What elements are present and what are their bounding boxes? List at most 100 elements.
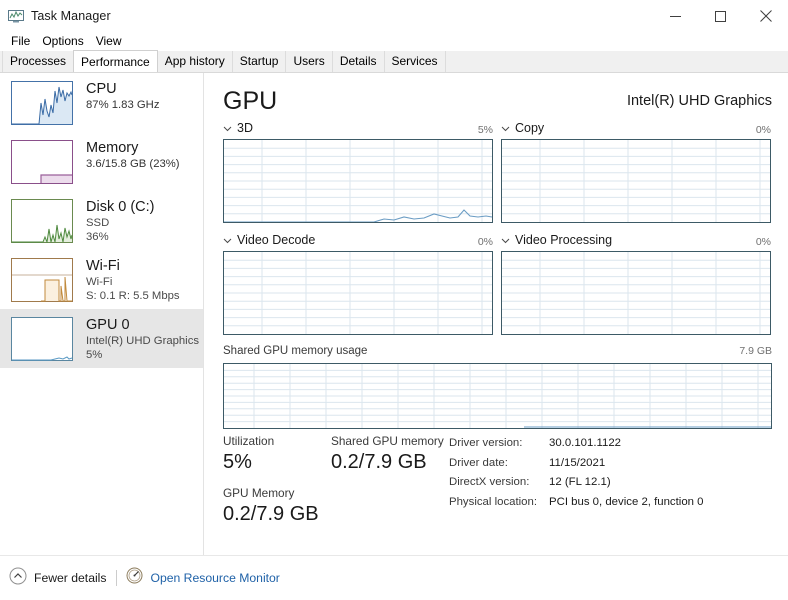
engine-video-processing-label: Video Processing <box>515 233 613 247</box>
engine-graphs: 3D 5% Copy 0% Video Decode 0% Video Proc… <box>223 121 772 429</box>
engine-3d-percent: 5% <box>477 123 493 136</box>
gpu-stats: Utilization 5% Shared GPU memory 0.2/7.9… <box>223 433 783 543</box>
minimize-icon[interactable] <box>653 0 698 32</box>
chevron-down-icon <box>501 236 510 245</box>
page-title: GPU <box>223 87 278 115</box>
driver-version-value: 30.0.101.1122 <box>549 437 621 449</box>
panel-header: GPU Intel(R) UHD Graphics <box>205 73 788 115</box>
cpu-thumbnail-graph <box>11 81 73 125</box>
shared-memory-labels: Shared GPU memory usage 7.9 GB <box>223 345 772 363</box>
wifi-info: Wi-Fi Wi-Fi S: 0.1 R: 5.5 Mbps <box>86 258 180 303</box>
utilization-value: 5% <box>223 451 252 473</box>
stat-shared-gpu-memory: Shared GPU memory 0.2/7.9 GB <box>331 433 444 476</box>
memory-line1: 3.6/15.8 GB (23%) <box>86 158 180 170</box>
device-name: Intel(R) UHD Graphics <box>626 93 772 109</box>
engine-video-processing-graph <box>501 251 771 335</box>
engine-copy-graph <box>501 139 771 223</box>
sidebar-item-wifi[interactable]: Wi-Fi Wi-Fi S: 0.1 R: 5.5 Mbps <box>0 250 203 309</box>
driver-info-table: Driver version: 30.0.101.1122 Driver dat… <box>449 434 704 512</box>
memory-thumbnail-graph <box>11 140 73 184</box>
disk-info: Disk 0 (C:) SSD 36% <box>86 199 154 244</box>
engine-video-decode-percent: 0% <box>477 235 493 248</box>
fewer-details-button[interactable]: Fewer details <box>9 567 106 590</box>
open-resource-monitor-button[interactable]: Open Resource Monitor <box>126 567 280 589</box>
menu-item-options[interactable]: Options <box>36 32 89 51</box>
shared-gpu-memory-value: 0.2/7.9 GB <box>331 451 427 473</box>
engine-video-processing-labels: Video Processing 0% <box>501 233 771 251</box>
engine-video-processing: Video Processing 0% <box>501 233 771 335</box>
menu-item-file[interactable]: File <box>5 32 36 51</box>
driver-date-value: 11/15/2021 <box>549 456 606 469</box>
tab-processes[interactable]: Processes <box>2 51 75 72</box>
title-bar: Task Manager <box>0 0 788 32</box>
memory-info: Memory 3.6/15.8 GB (23%) <box>86 140 180 171</box>
driver-info-row: Driver version: 30.0.101.1122 <box>449 434 704 454</box>
window-controls <box>653 0 788 32</box>
tab-startup[interactable]: Startup <box>231 51 287 72</box>
tab-services[interactable]: Services <box>383 51 446 72</box>
tab-strip: Processes Performance App history Startu… <box>0 50 788 73</box>
tab-app-history[interactable]: App history <box>156 51 233 72</box>
engine-video-processing-header[interactable]: Video Processing <box>501 233 612 247</box>
engine-video-decode-header[interactable]: Video Decode <box>223 233 315 247</box>
engine-video-decode-graph <box>223 251 493 335</box>
gpu-info: GPU 0 Intel(R) UHD Graphics 5% <box>86 317 199 362</box>
engine-copy-labels: Copy 0% <box>501 121 771 139</box>
resource-sidebar: CPU 87% 1.83 GHz Memory 3.6/15.8 GB (23%… <box>0 73 204 555</box>
engine-video-processing-percent: 0% <box>755 235 771 248</box>
cpu-info: CPU 87% 1.83 GHz <box>86 81 159 112</box>
chevron-down-icon <box>223 124 232 133</box>
stat-utilization: Utilization 5% <box>223 433 274 476</box>
tab-details[interactable]: Details <box>331 51 385 72</box>
sidebar-item-cpu[interactable]: CPU 87% 1.83 GHz <box>0 73 203 132</box>
engine-video-decode-labels: Video Decode 0% <box>223 233 493 251</box>
gpu-memory-key: GPU Memory <box>223 486 295 500</box>
engine-3d-header[interactable]: 3D <box>223 121 253 135</box>
shared-gpu-memory-key: Shared GPU memory <box>331 434 444 448</box>
task-manager-window: Task Manager File Options View Processes… <box>0 0 788 600</box>
cpu-line1: 87% 1.83 GHz <box>86 99 160 111</box>
disk-line1: SSD <box>86 217 110 229</box>
gpu-line1: Intel(R) UHD Graphics <box>86 335 199 347</box>
wifi-thumbnail-graph <box>11 258 73 302</box>
gpu-title: GPU 0 <box>86 317 130 333</box>
shared-memory-section: Shared GPU memory usage 7.9 GB <box>223 345 772 429</box>
directx-version-key: DirectX version: <box>449 476 530 488</box>
engine-copy-label: Copy <box>515 121 545 135</box>
chevron-down-icon <box>223 236 232 245</box>
disk-title: Disk 0 (C:) <box>86 199 155 215</box>
disk-thumbnail-graph <box>11 199 73 243</box>
shared-memory-label: Shared GPU memory usage <box>223 345 368 357</box>
close-icon[interactable] <box>743 0 788 32</box>
sidebar-item-disk-0[interactable]: Disk 0 (C:) SSD 36% <box>0 191 203 250</box>
engine-video-decode: Video Decode 0% <box>223 233 493 335</box>
shared-memory-max: 7.9 GB <box>739 345 772 357</box>
sidebar-item-gpu-0[interactable]: GPU 0 Intel(R) UHD Graphics 5% <box>0 309 203 368</box>
status-bar: Fewer details Open Resource Monitor <box>0 555 788 600</box>
menu-bar: File Options View <box>0 32 788 51</box>
content-area: CPU 87% 1.83 GHz Memory 3.6/15.8 GB (23%… <box>0 73 788 555</box>
driver-info-row: Driver date: 11/15/2021 <box>449 454 704 474</box>
chevron-up-circle-icon <box>9 567 27 590</box>
maximize-icon[interactable] <box>698 0 743 32</box>
engine-3d-graph <box>223 139 493 223</box>
driver-version-key: Driver version: <box>449 437 523 449</box>
chevron-down-icon <box>501 124 510 133</box>
sidebar-item-memory[interactable]: Memory 3.6/15.8 GB (23%) <box>0 132 203 191</box>
stat-gpu-memory: GPU Memory 0.2/7.9 GB <box>223 485 319 528</box>
status-separator <box>116 570 118 586</box>
tab-performance[interactable]: Performance <box>73 50 158 72</box>
tab-users[interactable]: Users <box>285 51 333 72</box>
gpu-detail-panel: GPU Intel(R) UHD Graphics 3D 5% Copy 0% … <box>205 73 788 555</box>
driver-info-row: DirectX version: 12 (FL 12.1) <box>449 473 704 493</box>
engine-copy-header[interactable]: Copy <box>501 121 544 135</box>
menu-item-view[interactable]: View <box>90 32 128 51</box>
driver-date-key: Driver date: <box>449 456 508 469</box>
cpu-title: CPU <box>86 81 117 97</box>
open-resource-monitor-label: Open Resource Monitor <box>150 571 280 585</box>
resource-monitor-icon <box>126 567 143 589</box>
wifi-title: Wi-Fi <box>86 258 120 274</box>
shared-memory-graph <box>223 363 772 429</box>
engine-3d-label: 3D <box>237 121 253 135</box>
wifi-line1: Wi-Fi <box>86 276 113 288</box>
